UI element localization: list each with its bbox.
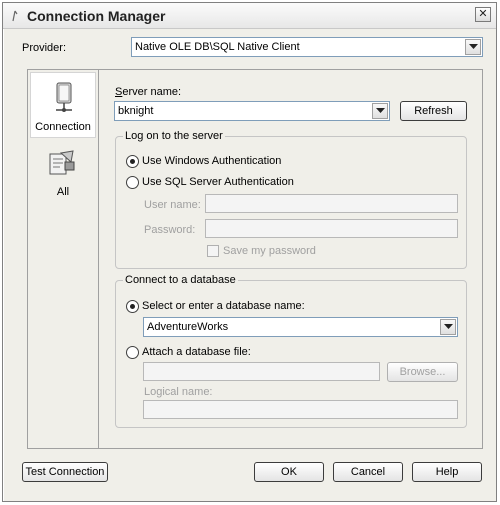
provider-label: Provider:	[22, 42, 67, 54]
chevron-down-icon[interactable]	[465, 39, 481, 55]
windows-auth-label[interactable]: Use Windows Authentication	[142, 155, 281, 167]
dialog-icon	[12, 10, 18, 22]
attach-database-label[interactable]: Attach a database file:	[142, 346, 251, 358]
select-database-label[interactable]: Select or enter a database name:	[142, 300, 305, 312]
server-icon	[56, 82, 72, 112]
close-icon: ✕	[478, 8, 488, 20]
radio-selected-indicator	[130, 304, 135, 309]
provider-dropdown[interactable]: Native OLE DB\SQL Native Client	[131, 37, 483, 57]
nav-item-connection[interactable]: Connection	[30, 72, 96, 138]
windows-auth-radio[interactable]	[126, 155, 139, 168]
sql-auth-label[interactable]: Use SQL Server Authentication	[142, 176, 294, 188]
help-button[interactable]: Help	[412, 462, 482, 482]
nav-item-all[interactable]: All	[30, 148, 96, 200]
nav-item-label: Connection	[35, 121, 91, 133]
database-file-input[interactable]	[143, 362, 380, 381]
server-name-label: Server name:	[115, 86, 182, 98]
password-label: Password:	[144, 224, 196, 236]
chevron-down-icon[interactable]	[372, 103, 388, 119]
nav-item-label: All	[56, 186, 70, 198]
radio-selected-indicator	[130, 159, 135, 164]
save-password-label: Save my password	[223, 245, 316, 257]
connection-manager-dialog: Connection Manager ✕ Provider: Native OL…	[2, 2, 497, 502]
navigation-pane: Connection All	[27, 69, 99, 449]
refresh-button[interactable]: Refresh	[400, 101, 467, 121]
logon-group: Log on to the server Use Windows Authent…	[115, 130, 467, 269]
select-database-radio[interactable]	[126, 300, 139, 313]
database-group: Connect to a database Select or enter a …	[115, 274, 467, 428]
logical-name-input[interactable]	[143, 400, 458, 419]
server-name-combobox[interactable]: bknight	[114, 101, 390, 121]
provider-value: Native OLE DB\SQL Native Client	[135, 41, 300, 53]
cancel-button[interactable]: Cancel	[333, 462, 403, 482]
test-connection-button[interactable]: Test Connection	[22, 462, 108, 482]
chevron-down-icon[interactable]	[440, 319, 456, 335]
close-button[interactable]: ✕	[475, 7, 491, 22]
database-group-title: Connect to a database	[123, 274, 238, 286]
sql-auth-radio[interactable]	[126, 176, 139, 189]
window-title: Connection Manager	[27, 8, 166, 24]
save-password-checkbox[interactable]	[207, 245, 219, 257]
username-input[interactable]	[205, 194, 458, 213]
server-name-label-text: erver name:	[122, 86, 182, 98]
password-input[interactable]	[205, 219, 458, 238]
username-label: User name:	[144, 199, 201, 211]
connection-page: Server name: bknight Refresh Log on to t…	[99, 69, 483, 449]
title-bar[interactable]: Connection Manager ✕	[3, 3, 496, 29]
properties-icon	[49, 150, 75, 175]
logon-group-title: Log on to the server	[123, 130, 225, 142]
ok-button[interactable]: OK	[254, 462, 324, 482]
attach-database-radio[interactable]	[126, 346, 139, 359]
database-name-combobox[interactable]: AdventureWorks	[143, 317, 458, 337]
browse-button[interactable]: Browse...	[387, 362, 458, 382]
database-name-value: AdventureWorks	[147, 321, 229, 333]
server-name-value: bknight	[118, 105, 154, 117]
logical-name-label: Logical name:	[144, 386, 213, 398]
